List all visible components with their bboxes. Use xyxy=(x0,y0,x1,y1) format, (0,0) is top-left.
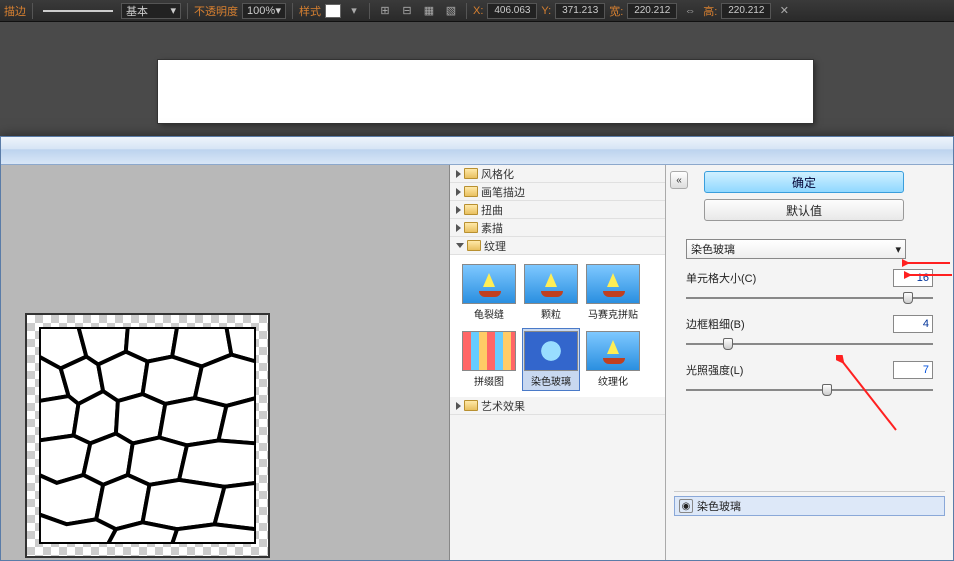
param-border: 边框粗细(B) xyxy=(686,315,933,333)
effect-layer-label: 染色玻璃 xyxy=(697,498,741,514)
chevron-down-icon: ▾ xyxy=(895,243,901,256)
opacity-label: 不透明度 xyxy=(194,3,238,19)
filter-gallery-dialog: 风格化 画笔描边 扭曲 素描 纹理 龟裂缝 颗粒 马赛克拼贴 拼缀图 染色玻璃 … xyxy=(0,136,954,561)
light-label: 光照强度(L) xyxy=(686,362,776,378)
cat-stylize[interactable]: 风格化 xyxy=(450,165,665,183)
ok-button[interactable]: 确定 xyxy=(704,171,904,193)
align-icon-1[interactable]: ⊞ xyxy=(376,2,394,20)
artboard[interactable] xyxy=(158,60,813,123)
x-value[interactable]: 406.063 xyxy=(487,3,537,19)
texture-thumbs: 龟裂缝 颗粒 马赛克拼贴 拼缀图 染色玻璃 纹理化 xyxy=(450,255,665,397)
filter-select[interactable]: 染色玻璃 ▾ xyxy=(686,239,906,259)
thumb-stained-glass[interactable]: 染色玻璃 xyxy=(522,328,580,391)
cat-sketch[interactable]: 素描 xyxy=(450,219,665,237)
stroke-label: 描边 xyxy=(4,3,26,19)
align-icon-2[interactable]: ⊟ xyxy=(398,2,416,20)
w-label: 宽: xyxy=(609,3,623,19)
thumb-mosaic[interactable]: 马赛克拼贴 xyxy=(584,261,642,324)
border-label: 边框粗细(B) xyxy=(686,316,776,332)
h-label: 高: xyxy=(703,3,717,19)
dialog-titlebar[interactable] xyxy=(1,137,953,165)
cell-size-slider[interactable] xyxy=(686,291,933,305)
visibility-eye-icon[interactable]: ◉ xyxy=(679,499,693,513)
w-value[interactable]: 220.212 xyxy=(627,3,677,19)
preview-pane xyxy=(1,165,450,560)
effect-layer-row[interactable]: ◉ 染色玻璃 xyxy=(674,496,945,516)
stroke-preset[interactable]: 基本▾ xyxy=(121,3,181,19)
thumb-patchwork[interactable]: 拼缀图 xyxy=(460,328,518,391)
annotation-arrow-3 xyxy=(836,355,906,435)
opacity-value[interactable]: 100%▾ xyxy=(242,3,286,19)
transform-icon[interactable]: ✕ xyxy=(775,2,793,20)
cell-size-label: 单元格大小(C) xyxy=(686,270,776,286)
stroke-preview[interactable] xyxy=(43,10,113,12)
border-input[interactable] xyxy=(893,315,933,333)
thumb-grain[interactable]: 颗粒 xyxy=(522,261,580,324)
param-cell-size: 单元格大小(C) xyxy=(686,269,933,287)
settings-pane: « 确定 默认值 染色玻璃 ▾ 单元格大小(C) 边框粗细(B) xyxy=(666,165,953,560)
annotation-arrow-2 xyxy=(904,269,954,287)
stained-glass-preview xyxy=(39,327,256,544)
y-value[interactable]: 371.213 xyxy=(555,3,605,19)
cat-brush[interactable]: 画笔描边 xyxy=(450,183,665,201)
y-label: Y: xyxy=(541,5,551,17)
h-value[interactable]: 220.212 xyxy=(721,3,771,19)
effect-layer-stack: ◉ 染色玻璃 xyxy=(674,491,945,556)
align-icon-4[interactable]: ▧ xyxy=(442,2,460,20)
thumb-craquelure[interactable]: 龟裂缝 xyxy=(460,261,518,324)
style-swatch[interactable] xyxy=(325,4,341,18)
style-dropdown-icon[interactable]: ▾ xyxy=(345,2,363,20)
options-bar: 描边 基本▾ 不透明度 100%▾ 样式 ▾ ⊞ ⊟ ▦ ▧ X: 406.06… xyxy=(0,0,954,22)
filter-select-label: 染色玻璃 xyxy=(691,241,735,257)
cat-distort[interactable]: 扭曲 xyxy=(450,201,665,219)
cat-texture[interactable]: 纹理 xyxy=(450,237,665,255)
x-label: X: xyxy=(473,5,483,17)
border-slider[interactable] xyxy=(686,337,933,351)
preview-image[interactable] xyxy=(25,313,270,558)
category-pane: 风格化 画笔描边 扭曲 素描 纹理 龟裂缝 颗粒 马赛克拼贴 拼缀图 染色玻璃 … xyxy=(450,165,666,560)
default-button[interactable]: 默认值 xyxy=(704,199,904,221)
collapse-categories-icon[interactable]: « xyxy=(670,171,688,189)
style-label: 样式 xyxy=(299,3,321,19)
align-icon-3[interactable]: ▦ xyxy=(420,2,438,20)
cat-artistic[interactable]: 艺术效果 xyxy=(450,397,665,415)
link-wh-icon[interactable]: ⇔ xyxy=(681,2,699,20)
thumb-texturizer[interactable]: 纹理化 xyxy=(584,328,642,391)
